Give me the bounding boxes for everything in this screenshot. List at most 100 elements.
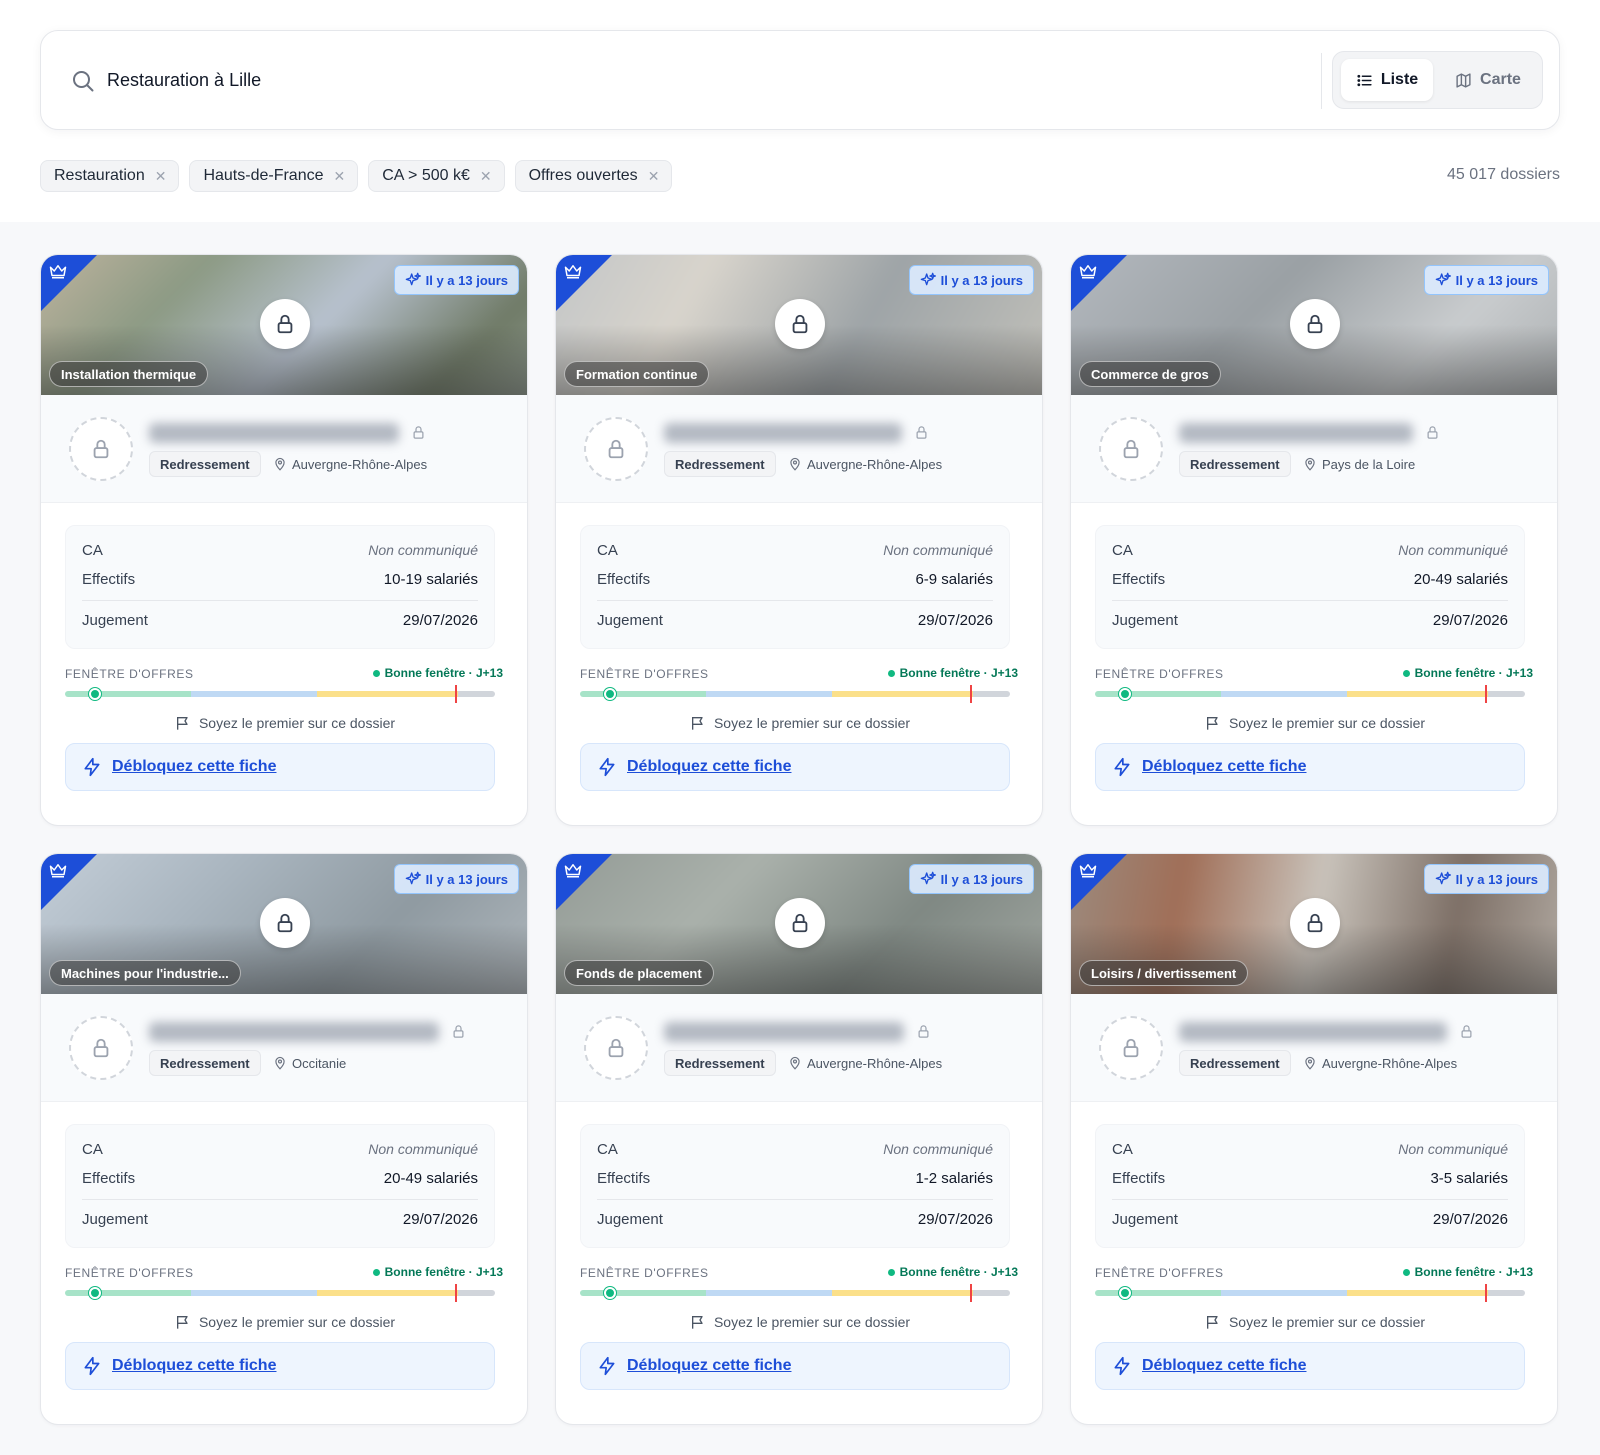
progress-segment-late bbox=[1347, 1290, 1488, 1296]
sparkle-icon bbox=[405, 871, 421, 885]
blurred-company-name bbox=[149, 1022, 439, 1042]
flag-icon bbox=[691, 717, 703, 730]
status-label: Redressement bbox=[1190, 1055, 1280, 1071]
lightning-icon bbox=[84, 757, 100, 777]
time-badge: Il y a 13 jours bbox=[1423, 265, 1549, 295]
window-status: Bonne fenêtre · J+13 bbox=[1402, 666, 1533, 680]
filter-chip[interactable]: CA > 500 k€ ✕ bbox=[368, 160, 505, 192]
category-label: Commerce de gros bbox=[1091, 366, 1209, 382]
unlock-label: Débloquez cette fiche bbox=[112, 1357, 277, 1374]
lock-icon bbox=[1123, 1038, 1139, 1058]
crown-icon bbox=[49, 265, 67, 279]
close-icon[interactable]: ✕ bbox=[648, 169, 660, 183]
window-status-label: Bonne fenêtre · J+13 bbox=[384, 1265, 503, 1279]
dossier-card[interactable]: Il y a 13 jours Installation thermique R… bbox=[40, 254, 528, 826]
effectifs-row: Effectifs 20-49 salariés bbox=[1112, 571, 1508, 588]
lightning-icon bbox=[84, 1356, 100, 1376]
unlock-button[interactable]: Débloquez cette fiche bbox=[580, 1342, 1010, 1390]
window-status-label: Bonne fenêtre · J+13 bbox=[1414, 1265, 1533, 1279]
ca-label: CA bbox=[1112, 1141, 1133, 1158]
effectifs-value: 6-9 salariés bbox=[915, 571, 993, 588]
jugement-value: 29/07/2026 bbox=[402, 612, 478, 629]
progress-deadline-marker bbox=[970, 685, 973, 703]
filter-chip[interactable]: Restauration ✕ bbox=[40, 160, 180, 192]
filter-chip[interactable]: Hauts-de-France ✕ bbox=[189, 160, 359, 192]
close-icon[interactable]: ✕ bbox=[155, 169, 167, 183]
window-status: Bonne fenêtre · J+13 bbox=[372, 1265, 503, 1279]
unlock-button[interactable]: Débloquez cette fiche bbox=[1095, 1342, 1525, 1390]
first-note: Soyez le premier sur ce dossier bbox=[556, 715, 1042, 731]
time-badge-label: Il y a 13 jours bbox=[1455, 272, 1538, 288]
search-bar[interactable]: Restauration à Lille Liste Carte bbox=[40, 30, 1560, 130]
ca-row: CA Non communiqué bbox=[1112, 542, 1508, 559]
jugement-row: Jugement 29/07/2026 bbox=[82, 612, 478, 629]
search-input[interactable]: Restauration à Lille bbox=[107, 67, 261, 93]
dossier-card[interactable]: Il y a 13 jours Fonds de placement Redre… bbox=[555, 853, 1043, 1425]
category-label: Fonds de placement bbox=[576, 965, 702, 981]
effectifs-value: 20-49 salariés bbox=[1413, 571, 1508, 588]
map-view-button[interactable]: Carte bbox=[1441, 59, 1535, 101]
location-label: Occitanie bbox=[292, 1055, 347, 1071]
effectifs-value: 1-2 salariés bbox=[915, 1170, 993, 1187]
image-lock-button[interactable] bbox=[260, 898, 310, 948]
blurred-company-name bbox=[1179, 1022, 1447, 1042]
progress-segment-early bbox=[1095, 1290, 1222, 1296]
lightning-icon bbox=[1114, 1356, 1130, 1376]
jugement-row: Jugement 29/07/2026 bbox=[1112, 612, 1508, 629]
top-area: Restauration à Lille Liste Carte Restaur… bbox=[0, 0, 1600, 222]
category-pill: Formation continue bbox=[564, 361, 710, 387]
list-view-button[interactable]: Liste bbox=[1341, 59, 1433, 101]
status-dot bbox=[372, 1268, 380, 1276]
status-badge: Redressement bbox=[1179, 1050, 1291, 1076]
unlock-button[interactable]: Débloquez cette fiche bbox=[580, 743, 1010, 791]
map-pin-icon bbox=[790, 1056, 800, 1070]
unlock-button[interactable]: Débloquez cette fiche bbox=[65, 1342, 495, 1390]
map-pin-icon bbox=[1305, 1056, 1315, 1070]
image-lock-button[interactable] bbox=[775, 299, 825, 349]
status-badge: Redressement bbox=[1179, 451, 1291, 477]
image-lock-button[interactable] bbox=[775, 898, 825, 948]
map-pin-icon bbox=[275, 1056, 285, 1070]
dossier-card[interactable]: Il y a 13 jours Machines pour l'industri… bbox=[40, 853, 528, 1425]
crown-icon bbox=[564, 265, 582, 279]
unlock-label: Débloquez cette fiche bbox=[627, 758, 792, 775]
map-pin-icon bbox=[275, 457, 285, 471]
blurred-company-name bbox=[149, 423, 399, 443]
filter-chip[interactable]: Offres ouvertes ✕ bbox=[514, 160, 673, 192]
lock-icon bbox=[1307, 913, 1323, 933]
close-icon[interactable]: ✕ bbox=[334, 169, 346, 183]
filter-chip-label: Restauration bbox=[54, 167, 145, 184]
card-header: Redressement Pays de la Loire bbox=[1071, 395, 1557, 503]
unlock-button[interactable]: Débloquez cette fiche bbox=[1095, 743, 1525, 791]
progress-segment-closed bbox=[1487, 691, 1525, 697]
category-label: Machines pour l'industrie... bbox=[61, 965, 229, 981]
progress-segment-mid bbox=[191, 691, 318, 697]
jugement-label: Jugement bbox=[597, 1211, 663, 1228]
info-box: CA Non communiqué Effectifs 6-9 salariés… bbox=[580, 525, 1010, 649]
progress-current-dot bbox=[89, 1287, 102, 1299]
location-label: Auvergne-Rhône-Alpes bbox=[292, 456, 428, 472]
divider bbox=[597, 600, 993, 601]
time-badge-label: Il y a 13 jours bbox=[1455, 871, 1538, 887]
first-note-label: Soyez le premier sur ce dossier bbox=[713, 1314, 911, 1330]
progress-current-dot bbox=[89, 688, 102, 700]
card-header: Redressement Auvergne-Rhône-Alpes bbox=[41, 395, 527, 503]
image-lock-button[interactable] bbox=[260, 299, 310, 349]
dossier-card[interactable]: Il y a 13 jours Commerce de gros Redress… bbox=[1070, 254, 1558, 826]
dossier-card[interactable]: Il y a 13 jours Formation continue Redre… bbox=[555, 254, 1043, 826]
ca-label: CA bbox=[1112, 542, 1133, 559]
location: Auvergne-Rhône-Alpes bbox=[273, 453, 427, 475]
ca-value: Non communiqué bbox=[883, 1141, 993, 1157]
sparkle-icon bbox=[1435, 871, 1451, 885]
progress-segment-early bbox=[65, 1290, 192, 1296]
image-lock-button[interactable] bbox=[1290, 898, 1340, 948]
location: Auvergne-Rhône-Alpes bbox=[788, 1052, 942, 1074]
category-pill: Installation thermique bbox=[49, 361, 209, 387]
dossier-card[interactable]: Il y a 13 jours Loisirs / divertissement bbox=[1070, 853, 1558, 1425]
jugement-value: 29/07/2026 bbox=[402, 1211, 478, 1228]
close-icon[interactable]: ✕ bbox=[480, 169, 492, 183]
unlock-button[interactable]: Débloquez cette fiche bbox=[65, 743, 495, 791]
first-note-label: Soyez le premier sur ce dossier bbox=[1228, 1314, 1426, 1330]
image-lock-button[interactable] bbox=[1290, 299, 1340, 349]
divider bbox=[597, 1199, 993, 1200]
